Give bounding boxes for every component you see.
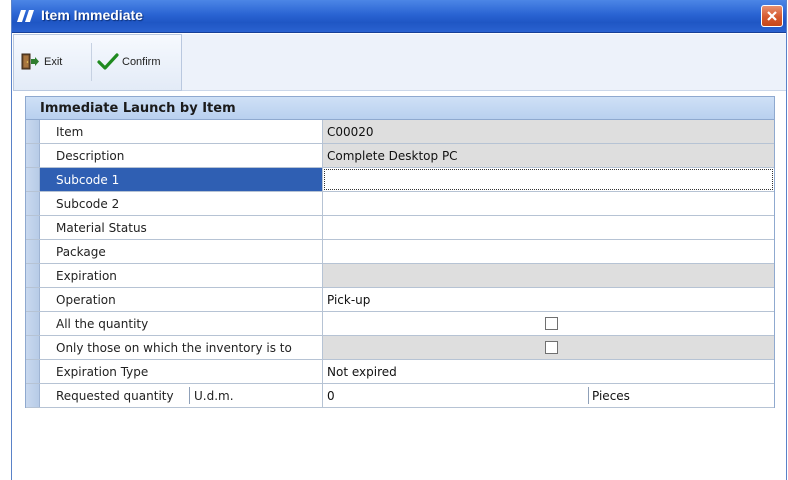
- row-indicator: [26, 384, 40, 407]
- description-value: Complete Desktop PC: [323, 144, 774, 167]
- all-quantity-label: All the quantity: [40, 312, 323, 335]
- item-immediate-window: Item Immediate Exit Confirm Immediate La…: [11, 0, 787, 480]
- title-bar: Item Immediate: [12, 0, 786, 33]
- confirm-button[interactable]: Confirm: [97, 51, 161, 73]
- item-label: Item: [40, 120, 323, 143]
- requested-quantity-label: Requested quantity: [56, 388, 174, 403]
- row-indicator: [26, 240, 40, 263]
- operation-label: Operation: [40, 288, 323, 311]
- toolbar-separator: [91, 43, 92, 81]
- operation-input[interactable]: Pick-up: [323, 288, 774, 311]
- app-logo-icon: [17, 10, 34, 22]
- confirm-label: Confirm: [122, 56, 161, 68]
- exit-button[interactable]: Exit: [20, 51, 62, 73]
- requested-quantity-cell: 0 Pieces: [323, 384, 774, 407]
- only-inventory-checkbox[interactable]: [545, 341, 558, 354]
- row-expiration: Expiration: [26, 264, 774, 288]
- toolbar: Exit Confirm: [13, 34, 182, 91]
- row-item: Item C00020: [26, 120, 774, 144]
- row-indicator: [26, 312, 40, 335]
- exit-label: Exit: [44, 56, 63, 68]
- row-indicator: [26, 216, 40, 239]
- requested-quantity-input[interactable]: 0: [327, 389, 335, 403]
- subcode-2-input[interactable]: [323, 192, 774, 215]
- material-status-input[interactable]: [323, 216, 774, 239]
- row-indicator: [26, 360, 40, 383]
- immediate-launch-panel: Immediate Launch by Item Item C00020 Des…: [25, 96, 775, 408]
- expiration-type-input[interactable]: Not expired: [323, 360, 774, 383]
- requested-quantity-label-cell: Requested quantity U.d.m.: [40, 384, 323, 407]
- only-inventory-label: Only those on which the inventory is to: [40, 336, 323, 359]
- subcode-1-input[interactable]: [323, 168, 774, 191]
- row-subcode-2: Subcode 2: [26, 192, 774, 216]
- row-requested-quantity: Requested quantity U.d.m. 0 Pieces: [26, 384, 774, 408]
- subcode-2-label: Subcode 2: [40, 192, 323, 215]
- expiration-label: Expiration: [40, 264, 323, 287]
- all-quantity-cell: [323, 312, 774, 335]
- row-indicator: [26, 336, 40, 359]
- subcode-1-label: Subcode 1: [40, 168, 323, 191]
- exit-door-icon: [21, 53, 39, 70]
- row-indicator: [26, 144, 40, 167]
- property-grid: Item C00020 Description Complete Desktop…: [25, 120, 775, 408]
- row-indicator: [26, 264, 40, 287]
- material-status-label: Material Status: [40, 216, 323, 239]
- row-indicator: [26, 168, 40, 191]
- panel-title: Immediate Launch by Item: [25, 96, 775, 120]
- close-icon: [767, 11, 777, 21]
- expiration-value: [323, 264, 774, 287]
- package-label: Package: [40, 240, 323, 263]
- row-operation: Operation Pick-up: [26, 288, 774, 312]
- only-inventory-cell: [323, 336, 774, 359]
- row-expiration-type: Expiration Type Not expired: [26, 360, 774, 384]
- row-indicator: [26, 120, 40, 143]
- row-material-status: Material Status: [26, 216, 774, 240]
- toolbar-strip: [182, 34, 786, 91]
- package-input[interactable]: [323, 240, 774, 263]
- close-button[interactable]: [761, 5, 783, 27]
- row-subcode-1: Subcode 1: [26, 168, 774, 192]
- row-all-quantity: All the quantity: [26, 312, 774, 336]
- row-package: Package: [26, 240, 774, 264]
- udm-label: U.d.m.: [189, 387, 234, 404]
- row-indicator: [26, 192, 40, 215]
- window-title: Item Immediate: [41, 7, 143, 23]
- expiration-type-label: Expiration Type: [40, 360, 323, 383]
- row-only-inventory: Only those on which the inventory is to: [26, 336, 774, 360]
- description-label: Description: [40, 144, 323, 167]
- row-indicator: [26, 288, 40, 311]
- unit-value[interactable]: Pieces: [588, 387, 630, 404]
- item-value: C00020: [323, 120, 774, 143]
- checkmark-icon: [97, 53, 119, 70]
- row-description: Description Complete Desktop PC: [26, 144, 774, 168]
- all-quantity-checkbox[interactable]: [545, 317, 558, 330]
